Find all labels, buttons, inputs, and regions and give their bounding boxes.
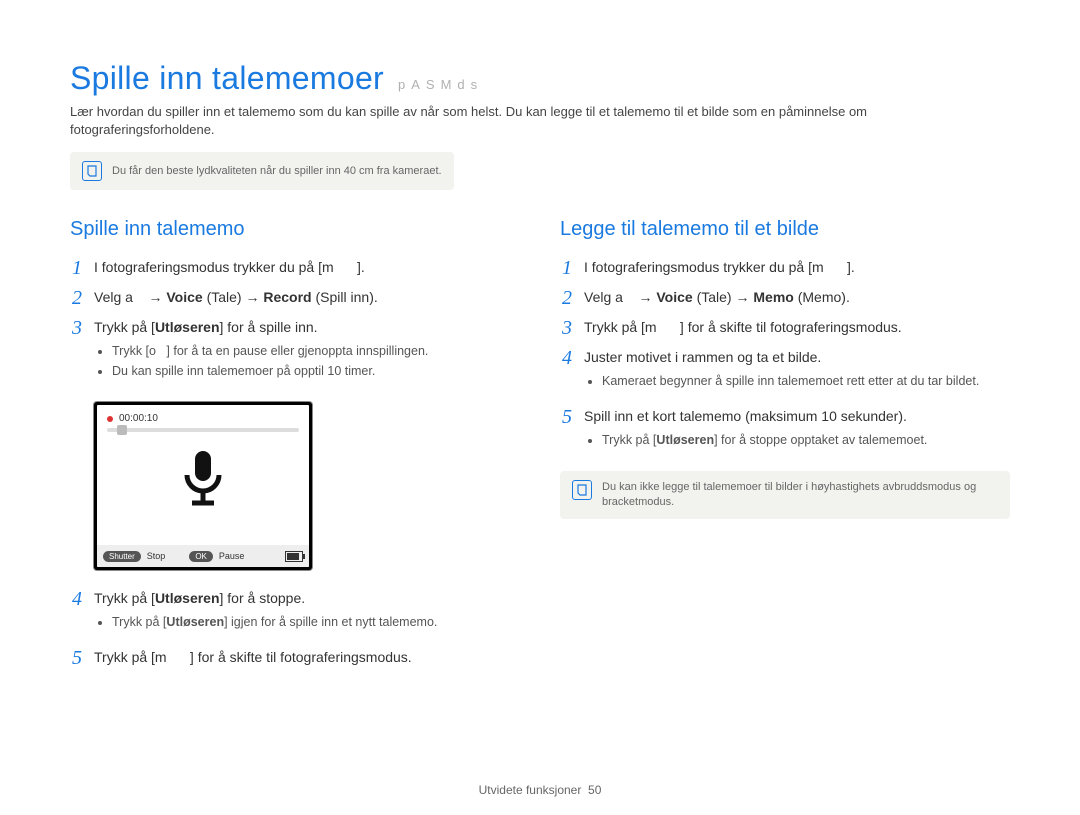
page-footer: Utvidete funksjoner 50: [0, 783, 1080, 797]
step-number: 1: [560, 257, 574, 279]
text: Juster motivet i rammen og ta et bilde.: [584, 349, 821, 365]
title-row: Spille inn talememoer pASMds: [70, 60, 1010, 97]
text: (Spill inn).: [312, 289, 378, 305]
bullet: Trykk [o ] for å ta en pause eller gjeno…: [112, 342, 520, 360]
left-step-3: 3 Trykk på [Utløseren] for å spille inn.…: [70, 317, 520, 388]
step-number: 4: [560, 347, 574, 369]
left-column: Spille inn talememo 1 I fotograferingsmo…: [70, 218, 520, 677]
text: Velg a →: [584, 289, 656, 305]
text: ] for å stoppe.: [220, 590, 306, 606]
left-step-4: 4 Trykk på [Utløseren] for å stoppe. Try…: [70, 588, 520, 639]
mode-badges: pASMds: [398, 77, 483, 92]
note-icon: [572, 480, 592, 500]
bold-text: Utløseren: [656, 433, 714, 447]
bold-text: Utløseren: [166, 615, 224, 629]
recording-timer-row: 00:00:10: [97, 405, 309, 428]
bullet: Kameraet begynner å spille inn talememoe…: [602, 372, 1010, 390]
text: Trykk på [: [94, 319, 155, 335]
bold-text: Memo: [753, 289, 793, 305]
shutter-pill: Shutter: [103, 551, 141, 562]
footer-page-number: 50: [588, 783, 601, 797]
text: (Memo).: [794, 289, 850, 305]
step-number: 5: [560, 406, 574, 428]
bottom-bar: Shutter Stop OK Pause: [97, 545, 309, 567]
stop-label: Stop: [147, 551, 166, 561]
bullet: Du kan spille inn talememoer på opptil 1…: [112, 362, 520, 380]
right-step-5: 5 Spill inn et kort talememo (maksimum 1…: [560, 406, 1010, 457]
step-number: 4: [70, 588, 84, 610]
battery-icon: [285, 551, 303, 562]
text: Trykk på [: [602, 433, 656, 447]
step-body: I fotograferingsmodus trykker du på [m ]…: [584, 257, 1010, 278]
step-body: Trykk på [Utløseren] for å stoppe. Trykk…: [94, 588, 520, 639]
right-step-1: 1 I fotograferingsmodus trykker du på [m…: [560, 257, 1010, 279]
right-tip-text: Du kan ikke legge til talememoer til bil…: [602, 480, 998, 510]
step-number: 5: [70, 647, 84, 669]
camera-screen-mock: 00:00:10 Shutter Stop OK Pause: [94, 402, 312, 570]
step-body: Spill inn et kort talememo (maksimum 10 …: [584, 406, 1010, 457]
bullet: Trykk på [Utløseren] igjen for å spille …: [112, 613, 520, 631]
bold-text: Utløseren: [155, 319, 220, 335]
bold-text: Voice: [656, 289, 692, 305]
step-body: Velg a → Voice (Tale) → Record (Spill in…: [94, 287, 520, 308]
footer-section: Utvidete funksjoner: [479, 783, 582, 797]
right-step-2: 2 Velg a → Voice (Tale) → Memo (Memo).: [560, 287, 1010, 309]
step-number: 3: [70, 317, 84, 339]
right-column: Legge til talememo til et bilde 1 I foto…: [560, 218, 1010, 677]
step-body: Trykk på [m ] for å skifte til fotografe…: [584, 317, 1010, 338]
text: Spill inn et kort talememo (maksimum 10 …: [584, 408, 907, 424]
text: (Tale) →: [693, 289, 754, 305]
record-indicator-icon: [107, 416, 113, 422]
step-number: 1: [70, 257, 84, 279]
left-step-2: 2 Velg a → Voice (Tale) → Record (Spill …: [70, 287, 520, 309]
mic-icon-wrap: [97, 432, 309, 524]
step-body: Trykk på [Utløseren] for å spille inn. T…: [94, 317, 520, 388]
top-tip-text: Du får den beste lydkvaliteten når du sp…: [112, 164, 442, 179]
step-number: 2: [70, 287, 84, 309]
bold-text: Utløseren: [155, 590, 220, 606]
bold-text: Record: [263, 289, 311, 305]
step-body: Velg a → Voice (Tale) → Memo (Memo).: [584, 287, 1010, 308]
right-heading: Legge til talememo til et bilde: [560, 218, 1010, 241]
text: Trykk på [: [112, 615, 166, 629]
text: Trykk på [: [94, 590, 155, 606]
text: ] igjen for å spille inn et nytt talemem…: [224, 615, 437, 629]
left-step-5: 5 Trykk på [m ] for å skifte til fotogra…: [70, 647, 520, 669]
ok-pill: OK: [189, 551, 213, 562]
right-tip-box: Du kan ikke legge til talememoer til bil…: [560, 471, 1010, 519]
text: ] for å spille inn.: [220, 319, 318, 335]
step-body: Trykk på [m ] for å skifte til fotografe…: [94, 647, 520, 668]
step-body: I fotograferingsmodus trykker du på [m ]…: [94, 257, 520, 278]
page-title: Spille inn talememoer: [70, 60, 384, 97]
timer-text: 00:00:10: [119, 413, 158, 424]
intro-text: Lær hvordan du spiller inn et talememo s…: [70, 103, 1010, 138]
right-step-3: 3 Trykk på [m ] for å skifte til fotogra…: [560, 317, 1010, 339]
text: ] for å stoppe opptaket av talememoet.: [714, 433, 927, 447]
bullet: Trykk på [Utløseren] for å stoppe opptak…: [602, 431, 1010, 449]
step-number: 2: [560, 287, 574, 309]
text: (Tale) →: [203, 289, 264, 305]
progress-bar: [107, 428, 299, 432]
note-icon: [82, 161, 102, 181]
step-number: 3: [560, 317, 574, 339]
top-tip-box: Du får den beste lydkvaliteten når du sp…: [70, 152, 454, 190]
screen: 00:00:10 Shutter Stop OK Pause: [97, 405, 309, 567]
left-step-1: 1 I fotograferingsmodus trykker du på [m…: [70, 257, 520, 279]
pause-label: Pause: [219, 551, 245, 561]
bold-text: Voice: [166, 289, 202, 305]
microphone-icon: [176, 447, 230, 509]
step-body: Juster motivet i rammen og ta et bilde. …: [584, 347, 1010, 398]
left-heading: Spille inn talememo: [70, 218, 520, 241]
right-step-4: 4 Juster motivet i rammen og ta et bilde…: [560, 347, 1010, 398]
text: Velg a →: [94, 289, 166, 305]
